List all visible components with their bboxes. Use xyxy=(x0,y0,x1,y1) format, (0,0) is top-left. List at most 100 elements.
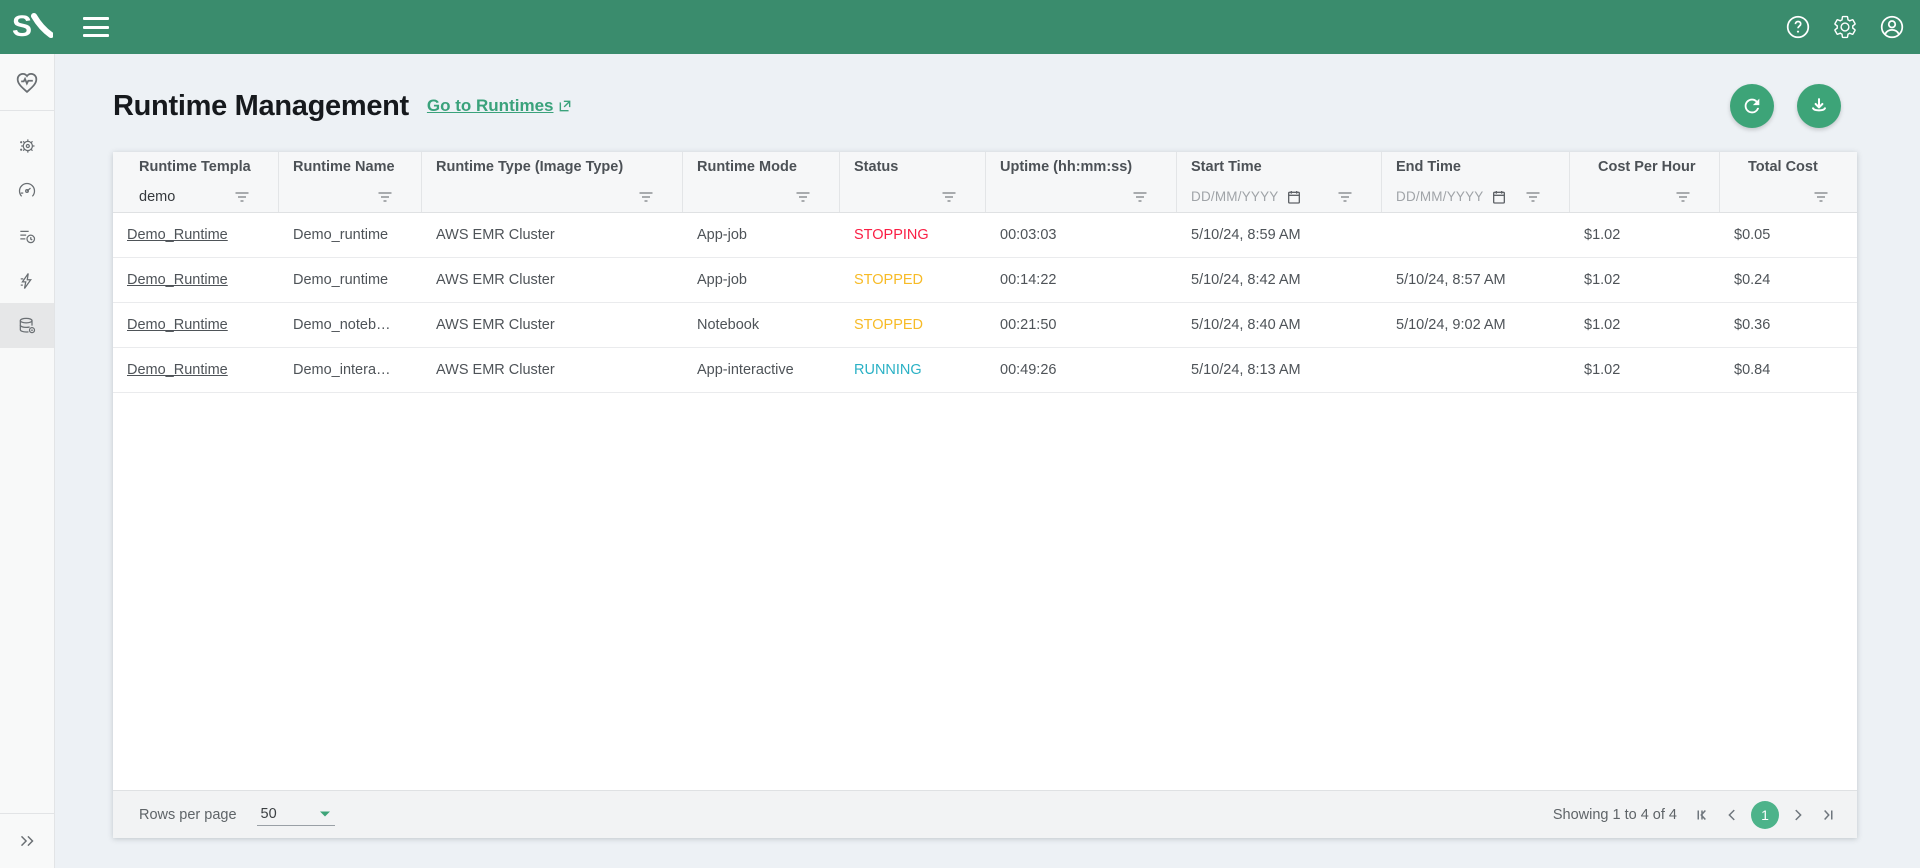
help-icon[interactable] xyxy=(1785,14,1811,40)
filter-icon[interactable] xyxy=(941,190,957,204)
app-logo[interactable]: S xyxy=(12,12,53,42)
previous-page-button[interactable] xyxy=(1721,804,1743,826)
filter-cell-uptime[interactable] xyxy=(986,181,1177,212)
start-time-date-input[interactable]: DD/MM/YYYY xyxy=(1191,189,1279,204)
table-row: Demo_Runtime Demo_intera… AWS EMR Cluste… xyxy=(113,348,1857,393)
external-link-icon xyxy=(558,99,572,113)
first-page-button[interactable] xyxy=(1691,804,1713,826)
cell-cost-per-hour: $1.02 xyxy=(1570,213,1720,257)
cell-cost-per-hour: $1.02 xyxy=(1570,348,1720,392)
refresh-button[interactable] xyxy=(1730,84,1774,128)
runtime-template-link[interactable]: Demo_Runtime xyxy=(127,272,228,288)
current-page-button[interactable]: 1 xyxy=(1751,801,1779,829)
table-empty-area xyxy=(113,393,1857,790)
filter-cell-runtime-type[interactable] xyxy=(422,181,683,212)
table-filter-row: demo xyxy=(113,181,1857,213)
cell-start-time: 5/10/24, 8:40 AM xyxy=(1177,303,1382,347)
double-chevron-right-icon xyxy=(16,830,38,852)
col-header-uptime[interactable]: Uptime (hh:mm:ss) xyxy=(986,152,1177,181)
filter-icon[interactable] xyxy=(1813,190,1829,204)
filter-icon[interactable] xyxy=(1337,190,1353,204)
go-to-runtimes-link[interactable]: Go to Runtimes xyxy=(427,96,573,116)
filter-cell-end-time[interactable]: DD/MM/YYYY xyxy=(1382,181,1570,212)
page-header: Runtime Management Go to Runtimes xyxy=(55,54,1920,152)
menu-icon[interactable] xyxy=(83,17,109,37)
top-bar: S xyxy=(0,0,1920,54)
cell-runtime-name: Demo_runtime xyxy=(279,258,422,302)
end-time-date-input[interactable]: DD/MM/YYYY xyxy=(1396,189,1484,204)
cell-runtime-mode: App-interactive xyxy=(683,348,840,392)
col-header-start-time[interactable]: Start Time xyxy=(1177,152,1382,181)
next-page-button[interactable] xyxy=(1787,804,1809,826)
filter-cell-runtime-name[interactable] xyxy=(279,181,422,212)
rows-per-page-select[interactable]: 50 xyxy=(257,804,335,826)
cell-uptime: 00:03:03 xyxy=(986,213,1177,257)
col-header-runtime-name[interactable]: Runtime Name xyxy=(279,152,422,181)
filter-icon[interactable] xyxy=(638,190,654,204)
filter-icon[interactable] xyxy=(1525,190,1541,204)
cell-start-time: 5/10/24, 8:13 AM xyxy=(1177,348,1382,392)
filter-icon[interactable] xyxy=(234,190,250,204)
sidebar-expand-button[interactable] xyxy=(0,813,54,868)
sidebar-item-health-monitor[interactable] xyxy=(0,54,54,111)
rows-per-page-value: 50 xyxy=(261,806,277,822)
gear-icon[interactable] xyxy=(1832,14,1858,40)
cell-total-cost: $0.24 xyxy=(1720,258,1857,302)
speedometer-icon xyxy=(17,181,37,201)
filter-cell-runtime-template[interactable]: demo xyxy=(113,181,279,212)
col-header-status[interactable]: Status xyxy=(840,152,986,181)
download-button[interactable] xyxy=(1797,84,1841,128)
account-icon[interactable] xyxy=(1879,14,1905,40)
sidebar-item-lightning[interactable] xyxy=(0,258,54,303)
col-header-runtime-template[interactable]: Runtime Templa xyxy=(113,152,279,181)
filter-cell-runtime-mode[interactable] xyxy=(683,181,840,212)
col-header-total-cost[interactable]: Total Cost xyxy=(1720,152,1857,181)
col-header-end-time[interactable]: End Time xyxy=(1382,152,1570,181)
logo-letter: S xyxy=(12,12,31,42)
heart-pulse-icon xyxy=(13,68,41,96)
filter-cell-cost-per-hour[interactable] xyxy=(1570,181,1720,212)
cell-uptime: 00:21:50 xyxy=(986,303,1177,347)
col-header-runtime-type[interactable]: Runtime Type (Image Type) xyxy=(422,152,683,181)
cell-runtime-mode: App-job xyxy=(683,258,840,302)
cell-runtime-name: Demo_noteb… xyxy=(279,303,422,347)
table-row: Demo_Runtime Demo_runtime AWS EMR Cluste… xyxy=(113,258,1857,303)
calendar-icon[interactable] xyxy=(1491,189,1507,205)
sidebar-item-job-list[interactable] xyxy=(0,213,54,258)
status-badge: STOPPED xyxy=(840,258,986,302)
sidebar-item-runtime-management[interactable] xyxy=(0,303,54,348)
showing-text: Showing 1 to 4 of 4 xyxy=(1553,807,1677,823)
calendar-icon[interactable] xyxy=(1286,189,1302,205)
table-header-row: Runtime Templa Runtime Name Runtime Type… xyxy=(113,152,1857,181)
filter-cell-status[interactable] xyxy=(840,181,986,212)
list-clock-icon xyxy=(17,226,37,246)
filter-icon[interactable] xyxy=(795,190,811,204)
chevron-right-icon xyxy=(1789,806,1807,824)
runtime-template-link[interactable]: Demo_Runtime xyxy=(127,227,228,243)
col-header-runtime-mode[interactable]: Runtime Mode xyxy=(683,152,840,181)
filter-icon[interactable] xyxy=(1675,190,1691,204)
col-header-cost-per-hour[interactable]: Cost Per Hour xyxy=(1570,152,1720,181)
cell-start-time: 5/10/24, 8:59 AM xyxy=(1177,213,1382,257)
sidebar xyxy=(0,54,55,868)
cell-uptime: 00:14:22 xyxy=(986,258,1177,302)
cell-end-time xyxy=(1382,348,1570,392)
sidebar-item-integrations[interactable] xyxy=(0,123,54,168)
sidebar-item-gauge[interactable] xyxy=(0,168,54,213)
filter-cell-start-time[interactable]: DD/MM/YYYY xyxy=(1177,181,1382,212)
runtime-template-link[interactable]: Demo_Runtime xyxy=(127,362,228,378)
chevron-down-icon xyxy=(319,810,331,818)
filter-icon[interactable] xyxy=(377,190,393,204)
cell-runtime-type: AWS EMR Cluster xyxy=(422,258,683,302)
runtime-template-filter-input[interactable]: demo xyxy=(139,189,175,205)
filter-cell-total-cost[interactable] xyxy=(1720,181,1857,212)
cell-runtime-name: Demo_runtime xyxy=(279,213,422,257)
runtime-template-link[interactable]: Demo_Runtime xyxy=(127,317,228,333)
filter-icon[interactable] xyxy=(1132,190,1148,204)
cell-runtime-mode: App-job xyxy=(683,213,840,257)
last-page-button[interactable] xyxy=(1817,804,1839,826)
page-title: Runtime Management xyxy=(113,90,409,123)
status-badge: STOPPED xyxy=(840,303,986,347)
cell-runtime-type: AWS EMR Cluster xyxy=(422,348,683,392)
download-icon xyxy=(1808,95,1830,117)
